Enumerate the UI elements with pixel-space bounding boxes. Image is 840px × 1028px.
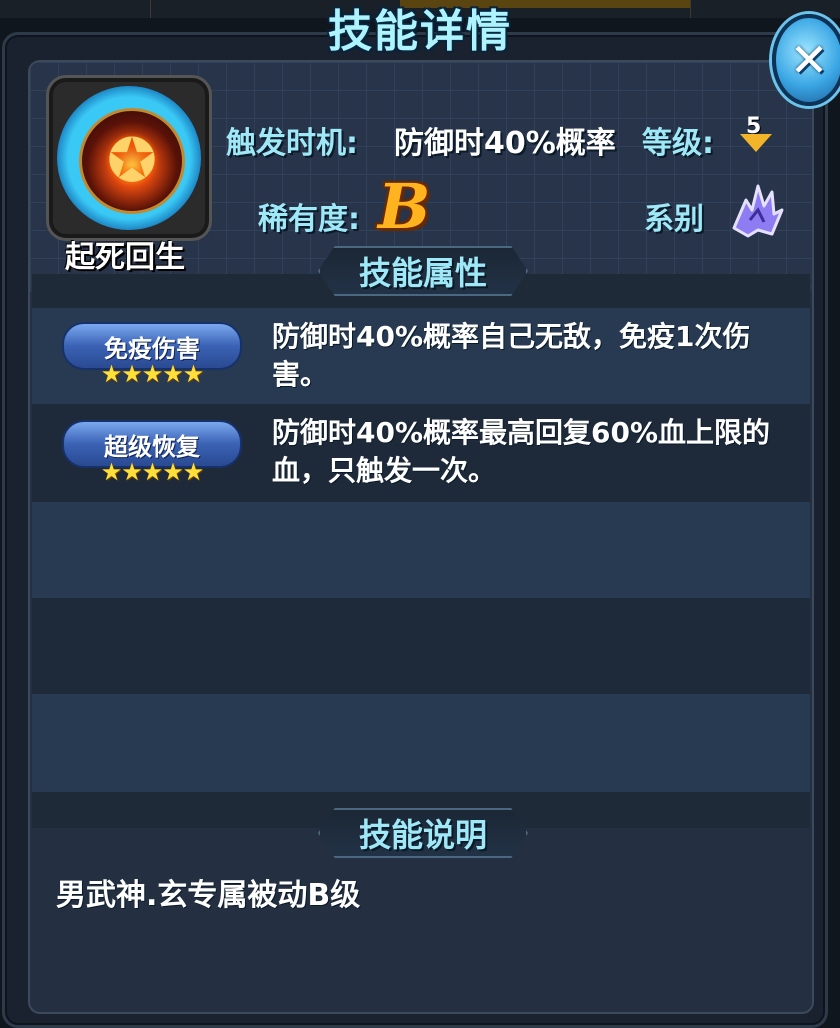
attr-row-empty	[32, 694, 810, 792]
close-icon: ✕	[789, 33, 829, 87]
attr-row-empty	[32, 598, 810, 694]
attribute-badge: 超级恢复 ★★★★★	[62, 420, 242, 490]
attributes-header: 技能属性	[318, 246, 528, 296]
attribute-description: 防御时40%概率自己无敌，免疫1次伤害。	[272, 320, 751, 391]
beast-claw-icon	[732, 184, 784, 238]
attribute-description: 防御时40%概率最高回复60%血上限的血，只触发一次。	[272, 416, 771, 487]
trigger-label: 触发时机:	[226, 126, 358, 161]
explanation-header: 技能说明	[318, 808, 528, 858]
flaming-pentagram-icon: ✪	[79, 108, 185, 214]
rarity-label: 稀有度:	[258, 202, 360, 237]
attr-row-empty	[32, 502, 810, 598]
skill-name: 起死回生	[65, 240, 185, 275]
trigger-value: 防御时40%概率	[394, 126, 616, 161]
rarity-grade: B	[378, 170, 431, 243]
dialog-title: 技能详情	[328, 6, 512, 57]
pentagram-glyph: ✪	[106, 126, 158, 196]
star-rating-icon: ★★★★★	[100, 458, 205, 486]
type-label: 系别	[644, 202, 704, 237]
skill-icon-ring: ✪	[57, 86, 201, 230]
star-rating-icon: ★★★★★	[100, 360, 205, 388]
level-chevron-icon: 5	[738, 114, 774, 158]
skill-icon-frame: ✪	[46, 75, 212, 241]
attribute-badge: 免疫伤害 ★★★★★	[62, 322, 242, 392]
level-arrow	[740, 134, 772, 152]
level-label: 等级:	[642, 126, 714, 161]
close-button[interactable]: ✕	[772, 14, 840, 106]
explanation-text: 男武神.玄专属被动B级	[56, 878, 361, 913]
